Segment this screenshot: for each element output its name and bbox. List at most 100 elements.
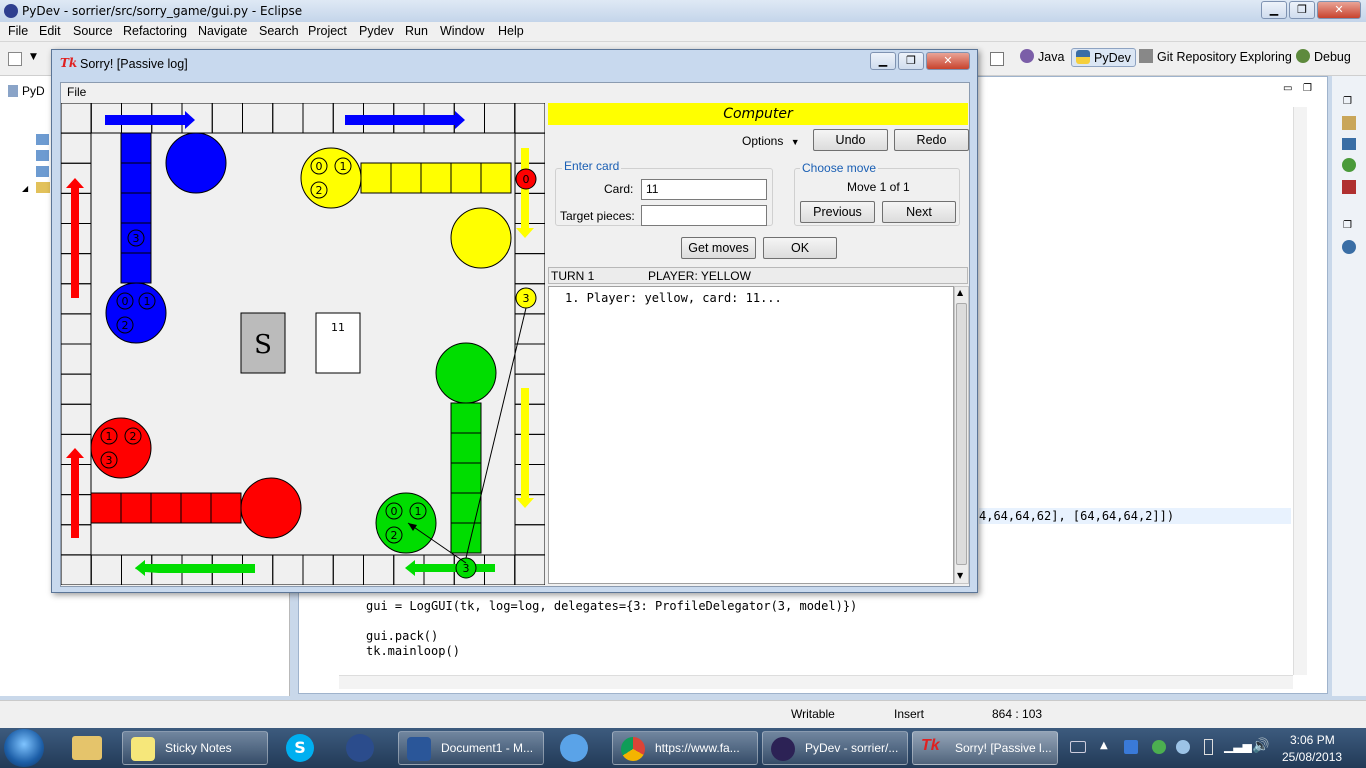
tasks-icon[interactable] — [1342, 116, 1356, 130]
get-moves-button[interactable]: Get moves — [681, 237, 756, 259]
explorer-tab[interactable]: PyD — [8, 84, 45, 98]
blue-piece-label: 2 — [122, 319, 129, 332]
volume-icon[interactable]: 🔊 — [1252, 738, 1269, 754]
signal-icon[interactable]: ▁▃▅ — [1224, 739, 1252, 753]
card-input[interactable]: 11 — [641, 179, 767, 200]
options-menu[interactable]: Options ▼ — [742, 134, 800, 148]
menu-file[interactable]: File — [8, 24, 28, 38]
thunderbird-icon[interactable] — [346, 734, 374, 762]
taskbar-sticky-notes[interactable]: Sticky Notes — [122, 731, 268, 765]
previous-button[interactable]: Previous — [800, 201, 875, 223]
battery-icon[interactable] — [1204, 739, 1213, 755]
menu-run[interactable]: Run — [405, 24, 428, 38]
taskbar-eclipse[interactable]: PyDev - sorrier/... — [762, 731, 908, 765]
code-line-pack: gui.pack() — [366, 629, 439, 643]
folder-icon[interactable] — [36, 166, 49, 177]
eclipse-window-title: PyDev - sorrier/src/sorry_game/gui.py - … — [22, 4, 303, 18]
maximize-icon[interactable]: ❐ — [1289, 1, 1315, 19]
menu-source[interactable]: Source — [73, 24, 113, 38]
scroll-down-icon[interactable]: ▼ — [957, 571, 963, 580]
perspective-debug[interactable]: Debug — [1296, 49, 1351, 64]
console-icon[interactable] — [1342, 138, 1356, 150]
redo-button[interactable]: Redo — [894, 129, 969, 151]
windows-taskbar: Sticky Notes S Document1 - M... https://… — [0, 728, 1366, 768]
taskbar-word[interactable]: Document1 - M... — [398, 731, 544, 765]
dropdown-arrow-icon[interactable]: ▼ — [30, 52, 37, 62]
clock-time[interactable]: 3:06 PM — [1290, 733, 1335, 747]
card-label: Card: — [604, 182, 634, 196]
minimize-icon[interactable]: ▁ — [1261, 1, 1287, 19]
perspective-git[interactable]: Git Repository Exploring — [1139, 49, 1292, 64]
start-button[interactable] — [4, 729, 44, 767]
yellow-piece-active-label: 3 — [523, 292, 530, 305]
tk-close-icon[interactable]: ✕ — [926, 52, 970, 70]
perspective-java[interactable]: Java — [1020, 49, 1064, 64]
explorer-icon[interactable] — [72, 736, 102, 760]
chrome-icon — [621, 737, 645, 761]
skype-icon[interactable]: S — [286, 734, 314, 762]
perspective-debug-label: Debug — [1314, 50, 1351, 64]
debug-bug-icon — [1296, 49, 1310, 63]
blue-piece-label: 1 — [144, 295, 151, 308]
undo-button[interactable]: Undo — [813, 129, 888, 151]
itunes-icon[interactable] — [560, 734, 588, 762]
pydev-icon[interactable] — [1342, 158, 1356, 172]
tray-arrow-icon[interactable]: ▲ — [1100, 740, 1108, 751]
folder-icon[interactable] — [36, 134, 49, 145]
perspective-java-label: Java — [1038, 50, 1065, 64]
editor-horizontal-scrollbar[interactable] — [339, 675, 1293, 689]
menu-project[interactable]: Project — [308, 24, 347, 38]
blue-start — [105, 282, 167, 344]
open-perspective-icon[interactable] — [990, 52, 1004, 66]
tk-menu-file[interactable]: File — [67, 85, 86, 99]
taskbar-chrome[interactable]: https://www.fa... — [612, 731, 758, 765]
target-pieces-label: Target pieces: — [560, 209, 635, 223]
editor-vertical-scrollbar[interactable] — [1293, 107, 1307, 675]
menu-window[interactable]: Window — [440, 24, 484, 38]
green-piece-label: 2 — [391, 529, 398, 542]
ok-button[interactable]: OK — [763, 237, 837, 259]
yellow-safety-zone — [360, 162, 512, 194]
menu-refactoring[interactable]: Refactoring — [123, 24, 187, 38]
expand-arrow-icon[interactable]: ◢ — [22, 184, 28, 193]
tk-maximize-icon[interactable]: ❐ — [898, 52, 924, 70]
panel-maximize-icon[interactable]: ❐ — [1303, 83, 1312, 94]
target-pieces-input[interactable] — [641, 205, 767, 226]
scroll-up-icon[interactable]: ▲ — [957, 288, 963, 297]
keyboard-icon[interactable] — [1070, 741, 1086, 753]
red-piece-label: 3 — [106, 454, 113, 467]
blue-home — [165, 132, 227, 194]
tk-minimize-icon[interactable]: ▁ — [870, 52, 896, 70]
restore-icon[interactable]: ❐ — [1343, 220, 1352, 231]
code-line-mainloop: tk.mainloop() — [366, 644, 460, 658]
menu-help[interactable]: Help — [498, 24, 524, 38]
next-button[interactable]: Next — [882, 201, 956, 223]
red-piece-label: 1 — [106, 430, 113, 443]
perspective-pydev[interactable]: PyDev — [1071, 48, 1136, 67]
junit-icon[interactable] — [1342, 180, 1356, 194]
menu-navigate[interactable]: Navigate — [198, 24, 247, 38]
tray-download-icon[interactable] — [1124, 740, 1138, 754]
tk-window-title: Sorry! [Passive log] — [80, 57, 188, 71]
menu-search[interactable]: Search — [259, 24, 299, 38]
restore-icon[interactable]: ❐ — [1343, 96, 1352, 107]
new-file-icon[interactable] — [8, 52, 22, 66]
status-writable: Writable — [791, 707, 835, 721]
scroll-thumb[interactable] — [956, 303, 967, 565]
taskbar-tk-sorry[interactable]: Tk Sorry! [Passive l... — [912, 731, 1058, 765]
clock-date[interactable]: 25/08/2013 — [1282, 750, 1342, 764]
open-folder-icon[interactable] — [36, 182, 50, 193]
log-text-area[interactable]: 1. Player: yellow, card: 11... — [548, 286, 954, 584]
game-board[interactable]: 0 1 2 3 0 1 2 0 3 1 2 3 0 1 2 3 S 11 — [61, 103, 545, 585]
player-banner: Computer — [548, 103, 968, 125]
tray-security-icon[interactable] — [1152, 740, 1166, 754]
close-icon[interactable]: ✕ — [1317, 1, 1361, 19]
menu-pydev[interactable]: Pydev — [359, 24, 394, 38]
log-scrollbar[interactable]: ▲ ▼ — [954, 286, 969, 584]
menu-edit[interactable]: Edit — [39, 24, 61, 38]
folder-icon[interactable] — [36, 150, 49, 161]
tray-network-icon[interactable] — [1176, 740, 1190, 754]
panel-minimize-icon[interactable]: ▭ — [1283, 83, 1292, 94]
eclipse-title-bar: PyDev - sorrier/src/sorry_game/gui.py - … — [0, 0, 1366, 22]
help-icon[interactable] — [1342, 240, 1356, 254]
